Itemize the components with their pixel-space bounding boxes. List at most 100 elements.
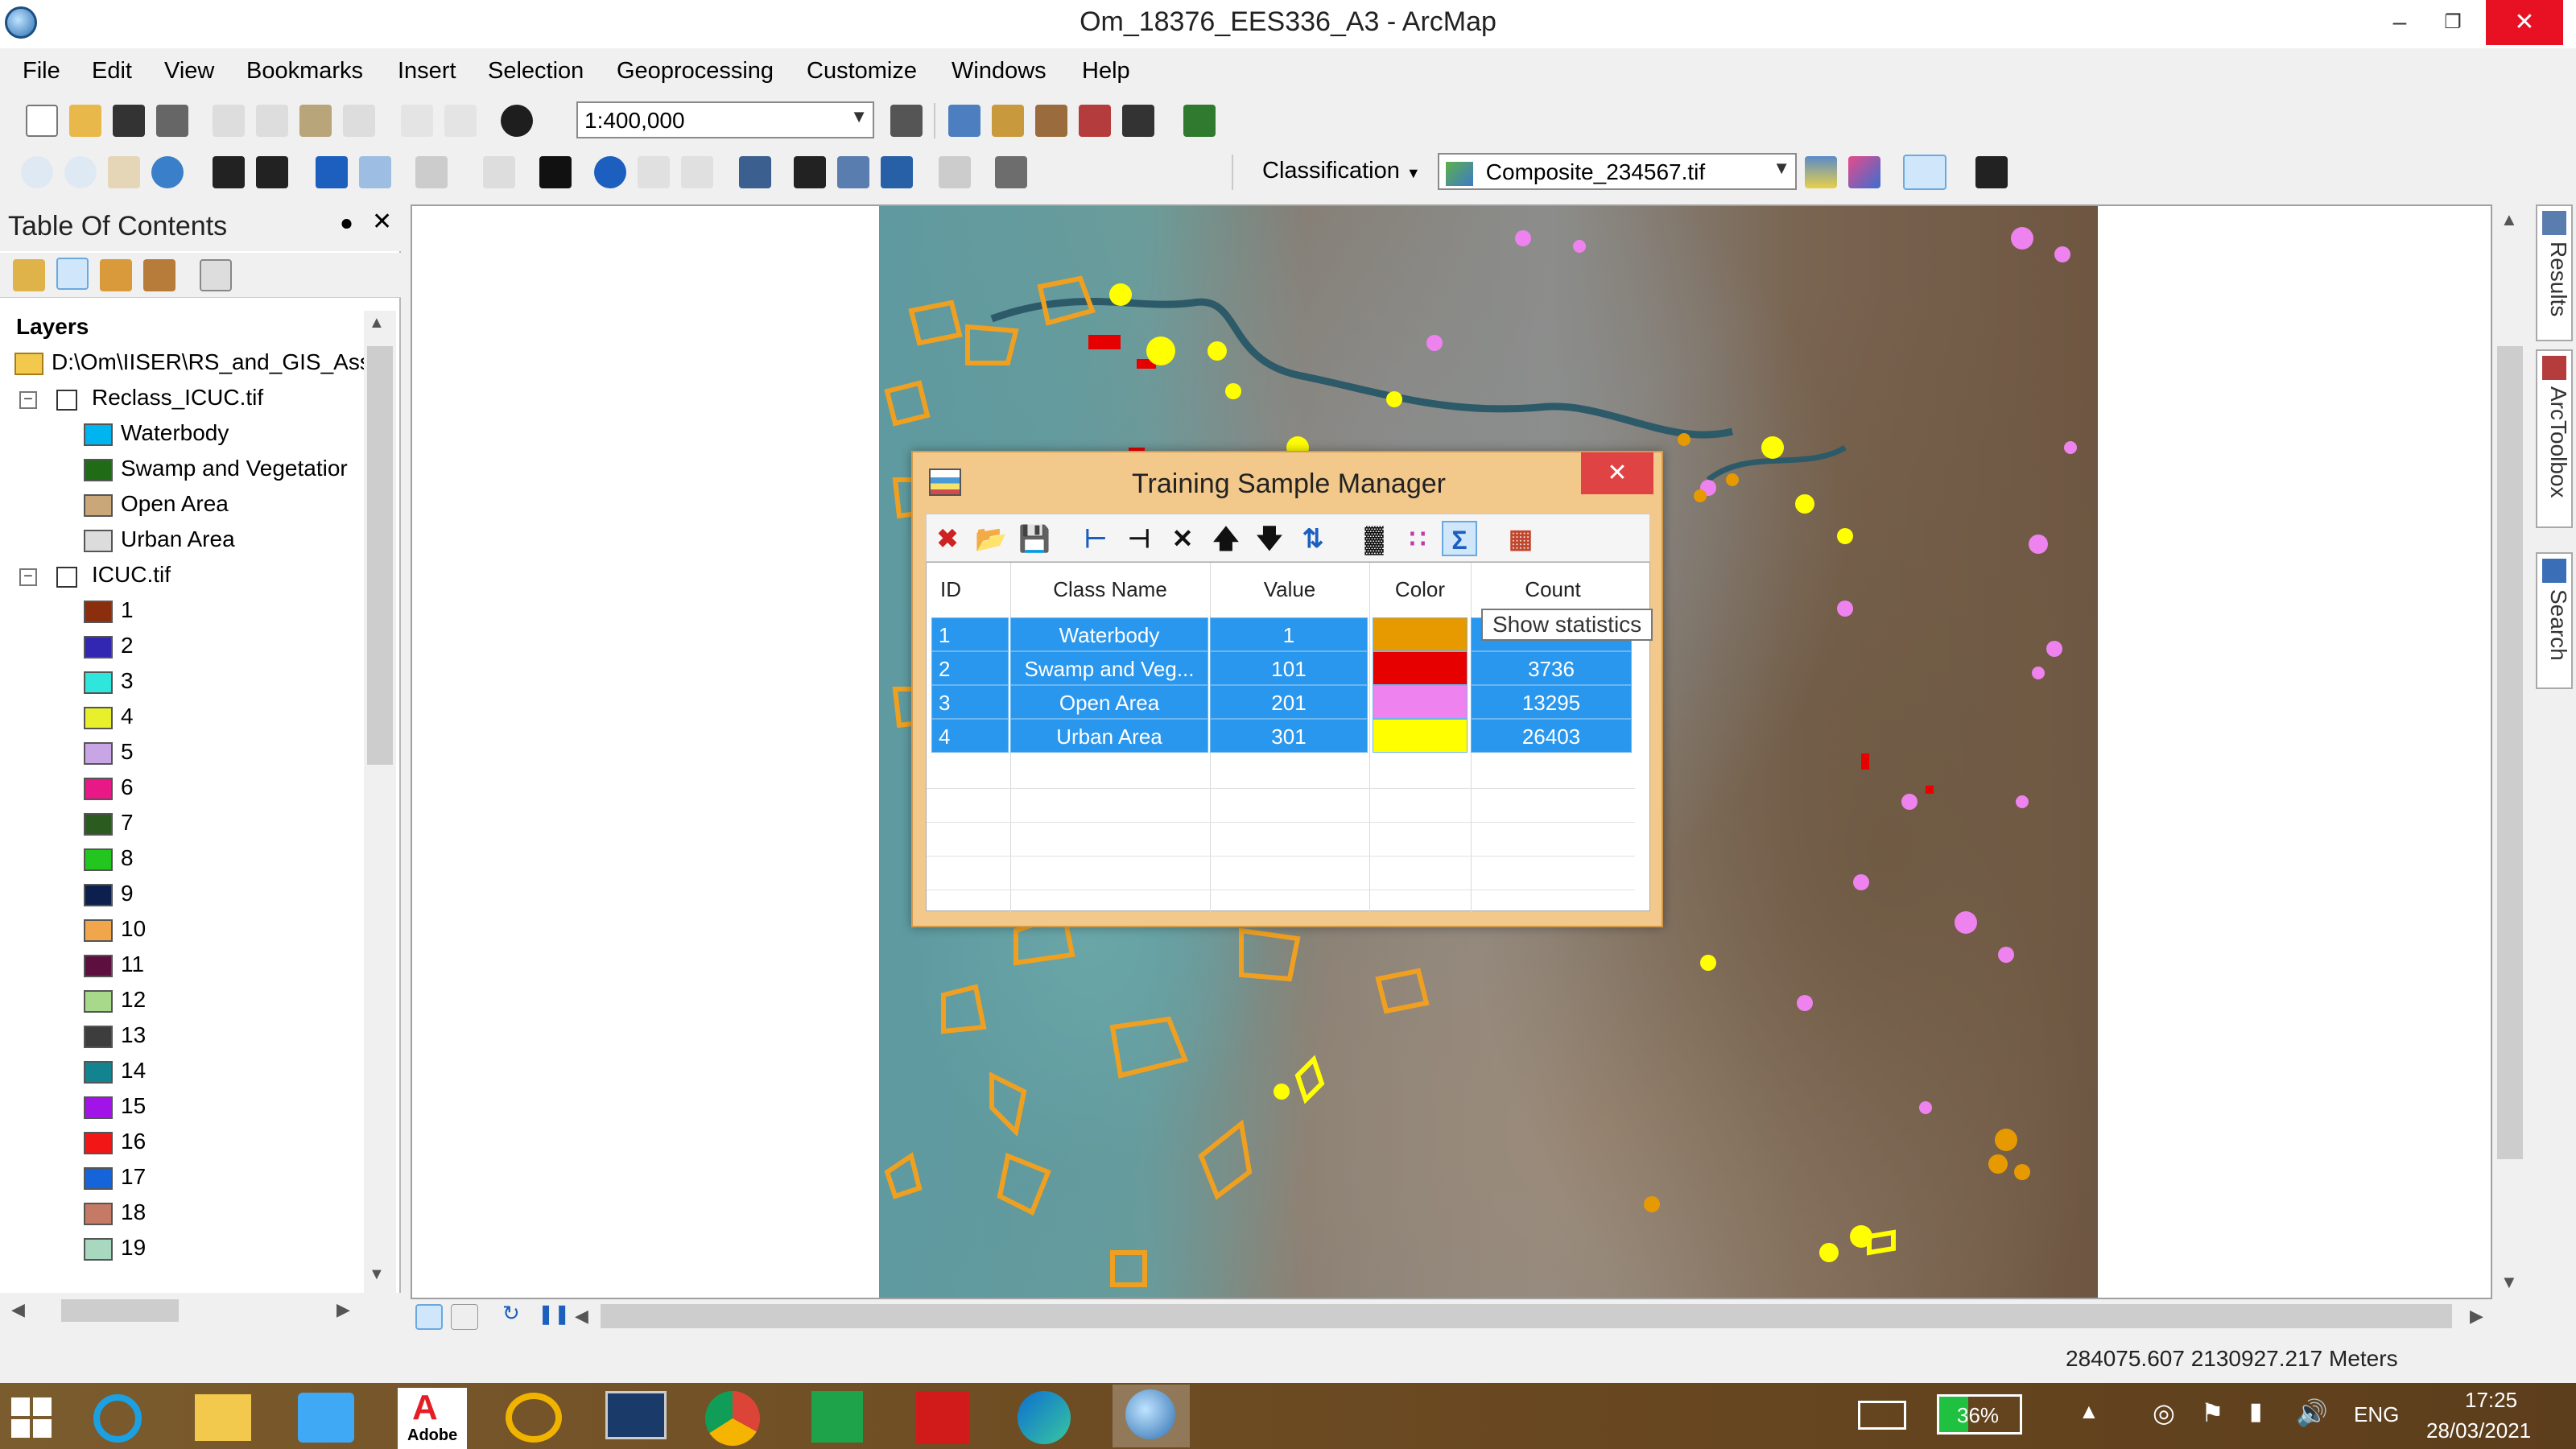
draw-polygon-icon[interactable] (1903, 155, 1946, 190)
adobe-icon[interactable]: A Adobe (398, 1388, 467, 1449)
create-viewer-window-icon[interactable] (995, 156, 1027, 188)
network-icon[interactable]: ⚑ (2201, 1397, 2224, 1428)
microsoft-store-icon[interactable] (811, 1391, 863, 1443)
search-window-icon[interactable] (1035, 105, 1067, 137)
save-icon[interactable] (113, 105, 145, 137)
row-class-name[interactable]: Open Area (1010, 685, 1208, 719)
find-route-icon[interactable] (837, 156, 869, 188)
menu-customize[interactable]: Customize (807, 58, 917, 85)
scroll-left-icon[interactable]: ◀ (575, 1306, 588, 1327)
catalog-window-icon[interactable] (992, 105, 1024, 137)
time-slider-icon[interactable] (939, 156, 971, 188)
signal-icon[interactable]: ▮ (2249, 1397, 2263, 1426)
file-explorer-icon[interactable] (195, 1394, 251, 1441)
new-document-icon[interactable] (26, 105, 58, 137)
editor-toolbar-icon[interactable] (890, 105, 923, 137)
data-view-icon[interactable] (415, 1304, 443, 1330)
toc-vertical-scroll-thumb[interactable] (367, 346, 393, 765)
list-by-drawing-order-icon[interactable] (13, 259, 45, 291)
list-by-source-icon[interactable] (56, 258, 89, 290)
arctoolbox-tab[interactable]: ArcToolbox (2536, 349, 2573, 528)
mail-icon[interactable] (298, 1393, 354, 1443)
select-training-sample-icon[interactable] (1975, 156, 2008, 188)
move-up-icon[interactable]: 🡅 (1208, 521, 1244, 556)
show-statistics-icon[interactable]: Σ (1442, 521, 1477, 556)
list-by-visibility-icon[interactable] (100, 259, 132, 291)
defender-icon[interactable]: ◎ (2153, 1397, 2175, 1428)
headphones-app-icon[interactable] (506, 1393, 562, 1443)
scroll-up-icon[interactable]: ▲ (369, 314, 385, 332)
restore-icon[interactable]: ❐ (2417, 0, 2489, 45)
cut-icon[interactable] (213, 105, 245, 137)
map-scale-combo[interactable]: 1:400,000 ▼ (576, 101, 874, 138)
row-value[interactable]: 101 (1210, 651, 1368, 685)
map-vertical-scroll-thumb[interactable] (2497, 346, 2523, 1159)
collapse-icon[interactable]: − (19, 568, 37, 586)
delete-training-samples-icon[interactable]: ✖ (930, 521, 965, 556)
lenovo-app-icon[interactable] (605, 1391, 667, 1439)
table-row[interactable]: 4 Urban Area 301 26403 (927, 719, 1635, 753)
row-value[interactable]: 201 (1210, 685, 1368, 719)
edge-icon[interactable] (1018, 1391, 1071, 1444)
load-training-samples-icon[interactable]: 📂 (973, 521, 1009, 556)
measure-icon[interactable] (739, 156, 771, 188)
clock-time[interactable]: 17:25 (2465, 1388, 2517, 1413)
menu-edit[interactable]: Edit (92, 58, 132, 85)
clock-date[interactable]: 28/03/2021 (2426, 1418, 2531, 1443)
row-value[interactable]: 301 (1210, 719, 1368, 753)
pin-icon[interactable]: ⏺ (341, 211, 352, 237)
zoom-out-icon[interactable] (64, 156, 97, 188)
pan-icon[interactable] (108, 156, 140, 188)
options-icon[interactable] (200, 259, 232, 291)
scatterplots-icon[interactable]: ∷ (1400, 521, 1435, 556)
find-icon[interactable] (794, 156, 826, 188)
column-header-color[interactable]: Color (1369, 563, 1471, 616)
show-hidden-icons-icon[interactable]: ▲ (2079, 1399, 2099, 1424)
table-of-contents-icon[interactable] (948, 105, 980, 137)
battery-indicator[interactable]: 36% (1937, 1394, 2022, 1435)
column-header-class-name[interactable]: Class Name (1010, 563, 1210, 616)
close-window-button[interactable]: ✕ (2486, 0, 2563, 45)
fixed-zoom-in-icon[interactable] (213, 156, 245, 188)
3d-viewer-icon[interactable] (916, 1391, 969, 1444)
scroll-right-icon[interactable]: ▶ (336, 1299, 350, 1320)
layer-visibility-checkbox[interactable] (56, 567, 77, 588)
table-row[interactable]: 3 Open Area 201 13295 (927, 685, 1635, 719)
row-color-swatch[interactable] (1373, 651, 1468, 685)
pause-drawing-icon[interactable]: ❚❚ (538, 1302, 570, 1326)
paste-icon[interactable] (299, 105, 332, 137)
open-folder-icon[interactable] (69, 105, 101, 137)
back-arrow-icon[interactable] (316, 156, 348, 188)
move-down-icon[interactable]: 🡇 (1252, 521, 1287, 556)
menu-help[interactable]: Help (1082, 58, 1130, 85)
refresh-icon[interactable]: ↻ (502, 1301, 520, 1326)
print-icon[interactable] (156, 105, 188, 137)
menu-bookmarks[interactable]: Bookmarks (246, 58, 363, 85)
hyperlink-icon[interactable] (638, 156, 670, 188)
split-icon[interactable]: ⊣ (1121, 521, 1157, 556)
full-extent-icon[interactable] (151, 156, 184, 188)
forward-arrow-icon[interactable] (359, 156, 391, 188)
scroll-right-icon[interactable]: ▶ (2470, 1306, 2483, 1327)
redo-icon[interactable] (444, 105, 477, 137)
layer-visibility-checkbox[interactable] (56, 390, 77, 411)
column-header-id[interactable]: ID (927, 563, 975, 616)
model-builder-icon[interactable] (1183, 105, 1216, 137)
collapse-icon[interactable]: − (19, 391, 37, 409)
undo-icon[interactable] (401, 105, 433, 137)
identify-icon[interactable] (594, 156, 626, 188)
classification-layer-combo[interactable]: Composite_234567.tif ▼ (1438, 153, 1797, 190)
list-by-selection-icon[interactable] (143, 259, 175, 291)
column-header-value[interactable]: Value (1210, 563, 1369, 616)
clear-selection-icon[interactable] (483, 156, 515, 188)
results-tab[interactable]: Results (2536, 204, 2573, 341)
classification-dropdown[interactable]: Classification ▼ (1262, 158, 1421, 184)
row-color-swatch[interactable] (1373, 719, 1468, 753)
histograms-icon[interactable]: ▓ (1356, 521, 1392, 556)
html-popup-icon[interactable] (681, 156, 713, 188)
layout-view-icon[interactable] (451, 1304, 478, 1330)
map-horizontal-scroll-thumb[interactable] (601, 1304, 2452, 1328)
menu-geoprocessing[interactable]: Geoprocessing (617, 58, 774, 85)
chrome-icon[interactable] (705, 1391, 760, 1446)
toc-horizontal-scroll-thumb[interactable] (61, 1299, 179, 1322)
